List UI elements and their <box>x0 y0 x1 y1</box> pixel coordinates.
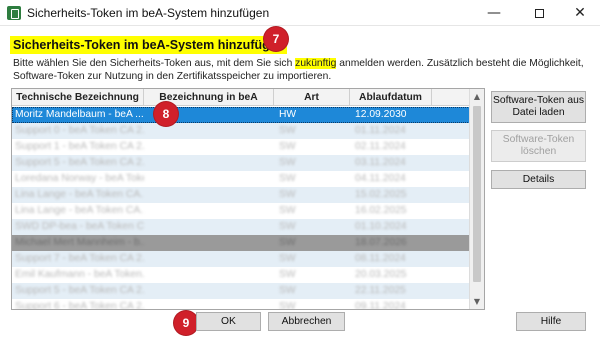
table-cell: Support 0 - beA Token CA 2... <box>15 125 144 136</box>
table-cell: Loredana Norway - beA Token... <box>15 173 144 184</box>
dialog-description: Bitte wählen Sie den Sicherheits-Token a… <box>13 57 593 83</box>
table-cell: Emil Kaufmann - beA Token... <box>15 269 144 280</box>
ok-button[interactable]: OK <box>196 312 261 331</box>
table-cell: 12.09.2030 <box>355 109 407 120</box>
annotation-badge-8: 8 <box>154 102 178 126</box>
maximize-button[interactable] <box>519 0 559 26</box>
table-row[interactable]: Support 5 - beA Token CA 2... SW 03.11.202… <box>12 155 470 171</box>
table-cell: SW <box>279 189 296 200</box>
table-cell: 20.03.2025 <box>355 269 407 280</box>
table-cell: Support 7 - beA Token CA 2... <box>15 253 144 264</box>
table-cell: Lina Lange - beA Token CA... <box>15 189 144 200</box>
dialog-heading: Sicherheits-Token im beA-System hinzufüg… <box>10 36 288 54</box>
table-cell: HW <box>279 109 297 120</box>
table-cell: 02.11.2024 <box>355 141 406 152</box>
table-cell: 09.11.2024 <box>355 301 406 310</box>
table-row[interactable]: Support 1 - beA Token CA 2... SW 02.11.202… <box>12 139 470 155</box>
table-cell: SW <box>279 125 296 136</box>
title-bar: Sicherheits-Token im beA-System hinzufüg… <box>0 0 600 26</box>
table-cell: SW <box>279 253 296 264</box>
table-cell: SW <box>279 221 296 232</box>
maximize-icon <box>534 8 544 18</box>
table-cell: 16.02.2025 <box>355 205 407 216</box>
table-cell: Support 1 - beA Token CA 2... <box>15 141 144 152</box>
table-cell: 03.11.2024 <box>355 157 406 168</box>
table-cell: SW <box>279 205 296 216</box>
table-cell: SW <box>279 141 296 152</box>
table-row[interactable]: Loredana Norway - beA Token... SW 04.11.20… <box>12 171 470 187</box>
table-cell: 08.11.2024 <box>355 253 406 264</box>
column-header-technische-bezeichnung[interactable]: Technische Bezeichnung <box>12 89 144 106</box>
table-cell <box>144 171 274 187</box>
table-cell: SW <box>279 237 296 248</box>
table-cell <box>144 203 274 219</box>
column-header-ablaufdatum[interactable]: Ablaufdatum <box>350 89 432 106</box>
description-highlight: zukünftig <box>295 58 337 69</box>
table-row[interactable]: Support 6 - beA Token CA 2... SW 09.11.202… <box>12 299 470 310</box>
load-software-token-button[interactable]: Software-Token aus Datei laden <box>491 91 586 123</box>
column-header-art[interactable]: Art <box>274 89 350 106</box>
table-vertical-scrollbar[interactable]: ▲ ▼ <box>469 89 484 309</box>
table-cell: Lina Lange - beA Token CA... <box>15 205 144 216</box>
app-lock-icon <box>7 6 21 20</box>
table-cell: SW <box>279 269 296 280</box>
cancel-button[interactable]: Abbrechen <box>268 312 345 331</box>
table-cell <box>144 187 274 203</box>
scroll-down-arrow-icon[interactable]: ▼ <box>470 294 484 309</box>
table-cell <box>144 251 274 267</box>
table-cell: SW <box>279 173 296 184</box>
table-cell: Michael Mert Mannheim - b... Test-bea <box>15 237 144 248</box>
table-row[interactable]: SWD DP-bea - beA Token CA... SW 01.10.2024 <box>12 219 470 235</box>
table-cell: SW <box>279 157 296 168</box>
table-row[interactable]: Michael Mert Mannheim - b... Test-bea SW 1… <box>12 235 470 251</box>
table-body: Moritz Mandelbaum - beA ... HW 12.09.2030 S… <box>12 107 470 310</box>
close-button[interactable]: ✕ <box>560 0 600 26</box>
table-cell: Moritz Mandelbaum - beA ... <box>15 109 144 120</box>
annotation-badge-7: 7 <box>264 27 288 51</box>
table-row[interactable]: Lina Lange - beA Token CA... SW 15.02.2025 <box>12 187 470 203</box>
table-cell <box>144 155 274 171</box>
annotation-badge-9: 9 <box>174 311 198 335</box>
token-table: Technische Bezeichnung Bezeichnung in be… <box>11 88 485 310</box>
details-button[interactable]: Details <box>491 170 586 189</box>
table-cell: SW <box>279 301 296 310</box>
table-cell <box>144 139 274 155</box>
table-row[interactable]: Moritz Mandelbaum - beA ... HW 12.09.2030 <box>12 107 470 123</box>
table-cell <box>144 299 274 309</box>
table-cell: 15.02.2025 <box>355 189 407 200</box>
table-cell <box>144 283 274 299</box>
table-row[interactable]: Lina Lange - beA Token CA... SW 16.02.2025 <box>12 203 470 219</box>
scrollbar-thumb[interactable] <box>473 106 481 282</box>
table-cell: SW <box>279 285 296 296</box>
table-cell: Support 5 - beA Token CA 2... <box>15 285 144 296</box>
table-row[interactable]: Support 7 - beA Token CA 2... SW 08.11.202… <box>12 251 470 267</box>
table-cell <box>144 219 274 235</box>
window-title: Sicherheits-Token im beA-System hinzufüg… <box>27 6 270 20</box>
table-cell <box>144 235 274 251</box>
description-text-before: Bitte wählen Sie den Sicherheits-Token a… <box>13 58 296 69</box>
table-cell: 01.11.2024 <box>355 125 406 136</box>
table-row[interactable]: Support 5 - beA Token CA 2... SW 22.11.202… <box>12 283 470 299</box>
delete-software-token-button[interactable]: Software-Token löschen <box>491 130 586 162</box>
scroll-up-arrow-icon[interactable]: ▲ <box>470 89 484 104</box>
table-cell: 01.10.2024 <box>355 221 407 232</box>
minimize-button[interactable]: — <box>474 0 514 26</box>
table-cell: Support 5 - beA Token CA 2... <box>15 157 144 168</box>
table-row[interactable]: Emil Kaufmann - beA Token... SW 20.03.2025 <box>12 267 470 283</box>
table-cell <box>144 267 274 283</box>
table-cell: 22.11.2025 <box>355 285 406 296</box>
table-cell: Support 6 - beA Token CA 2... <box>15 301 144 310</box>
help-button[interactable]: Hilfe <box>516 312 586 331</box>
table-cell: 04.11.2024 <box>355 173 406 184</box>
table-cell: 18.07.2026 <box>355 237 407 248</box>
table-header: Technische Bezeichnung Bezeichnung in be… <box>12 89 470 106</box>
table-row[interactable]: Support 0 - beA Token CA 2... SW 01.11.202… <box>12 123 470 139</box>
table-cell: SWD DP-bea - beA Token CA... <box>15 221 144 232</box>
